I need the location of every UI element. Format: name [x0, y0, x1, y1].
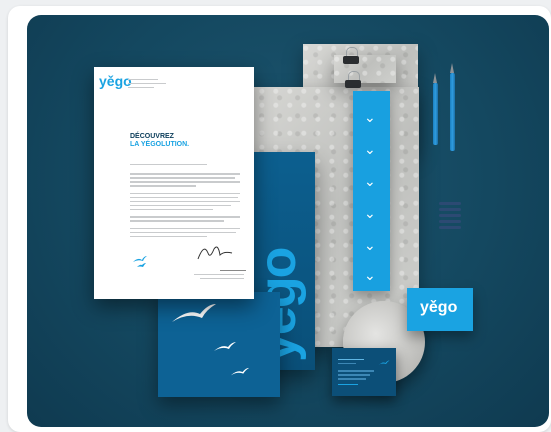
signature-icon — [196, 241, 234, 268]
gull-icon — [230, 364, 250, 382]
gull-icon: ⌄ — [364, 237, 376, 253]
pen-icon — [450, 63, 455, 151]
pen-icon — [433, 73, 438, 145]
business-card-back — [332, 348, 396, 396]
spring-coil-icon — [439, 202, 461, 232]
blue-strip-banner: ⌄ ⌄ ⌄ ⌄ ⌄ ⌄ — [353, 91, 390, 291]
letter-address-block — [128, 76, 168, 91]
gull-icon: ⌄ — [364, 141, 376, 157]
gull-icon — [213, 340, 237, 358]
letter-heading-2: LA YÉGOLUTION. — [130, 141, 190, 148]
blue-sheet — [158, 292, 280, 397]
binder-clip-icon — [343, 47, 359, 64]
gull-icon: ⌄ — [364, 109, 376, 125]
business-card-logo: yěgo — [420, 299, 458, 316]
business-card-front: yěgo — [407, 288, 473, 331]
gull-icon — [378, 354, 390, 372]
binder-clip-icon — [345, 71, 361, 88]
stationery-mockup-photo: ⌄ ⌄ ⌄ ⌄ ⌄ ⌄ yěgo yěgo DÉCOUVR — [27, 15, 549, 427]
gull-icon: ⌄ — [364, 205, 376, 221]
letter-signature-block — [194, 267, 246, 282]
letter-heading-1: DÉCOUVREZ — [130, 133, 174, 140]
letter-logo: yěgo — [99, 73, 132, 89]
gull-icon: ⌄ — [364, 267, 376, 283]
letter-body-text — [130, 161, 240, 240]
gull-icon: ⌄ — [364, 173, 376, 189]
letter-gull-icon — [132, 255, 148, 274]
business-card-contact-lines — [338, 356, 378, 388]
letter-sheet: yěgo DÉCOUVREZ LA YÉGOLUTION. — [94, 67, 254, 299]
large-gull-icon — [170, 302, 218, 331]
